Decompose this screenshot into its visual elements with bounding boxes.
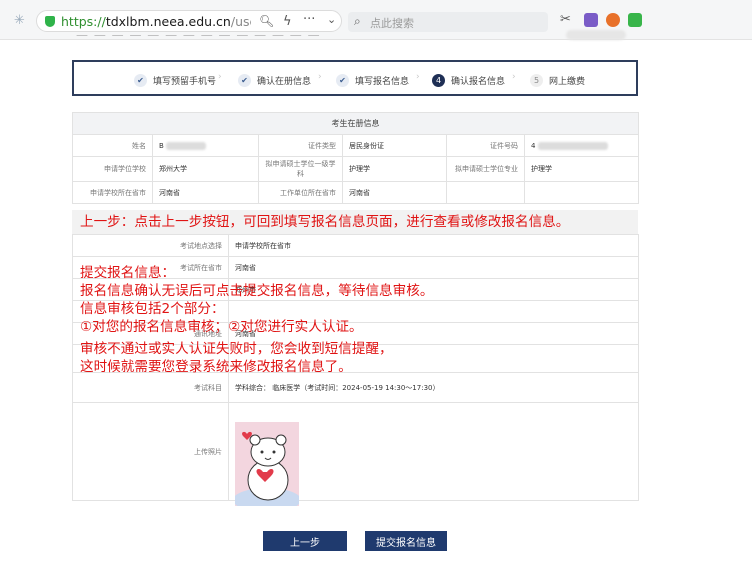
search-placeholder: 点此搜索 bbox=[370, 17, 414, 30]
step-arrow-icon: › bbox=[512, 72, 516, 82]
note-submit-line: 信息审核包括2个部分： bbox=[80, 301, 225, 317]
note-prev-step: 上一步：点击上一步按钮，可回到填写报名信息页面，进行查看或修改报名信息。 bbox=[80, 214, 570, 230]
scissors-icon[interactable]: ✂ bbox=[560, 12, 571, 27]
search-box[interactable]: ⌕ 点此搜索 bbox=[348, 12, 548, 32]
step-arrow-icon: › bbox=[318, 72, 322, 82]
note-submit-line: 报名信息确认无误后可点击提交报名信息，等待信息审核。 bbox=[80, 283, 434, 299]
registry-section-title: 考生在册信息 bbox=[71, 112, 640, 135]
sparkle-icon[interactable]: ✳ bbox=[14, 13, 25, 28]
step-4: 4 确认报名信息 bbox=[432, 72, 505, 88]
step-1: ✔ 填写预留手机号 bbox=[134, 72, 216, 88]
secure-shield-icon bbox=[45, 16, 55, 27]
uploaded-photo bbox=[235, 422, 299, 506]
page-header-ghost: — — — — — — — — — — — — — — bbox=[76, 28, 321, 42]
bear-photo-icon bbox=[235, 422, 299, 506]
zoom-icon[interactable]: 🔍︎ bbox=[259, 14, 274, 28]
extension-purple-icon[interactable] bbox=[584, 13, 598, 27]
note-submit-line: 这时候就需要您登录系统来修改报名信息了。 bbox=[80, 359, 352, 375]
note-submit-line: ①对您的报名信息审核；②对您进行实人认证。 bbox=[80, 319, 363, 335]
step-3: ✔ 填写报名信息 bbox=[336, 72, 409, 88]
registry-info-table: 考生在册信息 姓名 B 证件类型 居民身份证 证件号码 4 申请学位学校 郑州大… bbox=[71, 112, 640, 204]
redacted-blur bbox=[166, 141, 207, 150]
step-arrow-icon: › bbox=[218, 72, 222, 82]
extension-green-icon[interactable] bbox=[628, 13, 642, 27]
lightning-icon[interactable]: ϟ bbox=[283, 14, 292, 29]
step-2: ✔ 确认在册信息 bbox=[238, 72, 311, 88]
prev-step-button[interactable]: 上一步 bbox=[263, 531, 347, 551]
address-url: https://tdxlbm.neea.edu.cn/user?vie bbox=[61, 14, 251, 29]
note-submit-line: 提交报名信息： bbox=[80, 265, 176, 281]
more-icon[interactable]: ··· bbox=[303, 12, 315, 27]
step-arrow-icon: › bbox=[416, 72, 420, 82]
submit-registration-button[interactable]: 提交报名信息 bbox=[365, 531, 447, 551]
extension-orange-icon[interactable] bbox=[606, 13, 620, 27]
step-indicator: ✔ 填写预留手机号 › ✔ 确认在册信息 › ✔ 填写报名信息 › 4 确认报名信息 ›… bbox=[72, 60, 638, 96]
header-blur bbox=[566, 30, 626, 40]
chevron-down-icon[interactable]: ⌄ bbox=[327, 13, 336, 26]
step-5: 5 网上缴费 bbox=[530, 72, 585, 88]
note-submit-line: 审核不通过或实人认证失败时，您会收到短信提醒， bbox=[80, 341, 393, 357]
search-icon: ⌕ bbox=[354, 14, 361, 28]
redacted-blur bbox=[537, 141, 608, 150]
